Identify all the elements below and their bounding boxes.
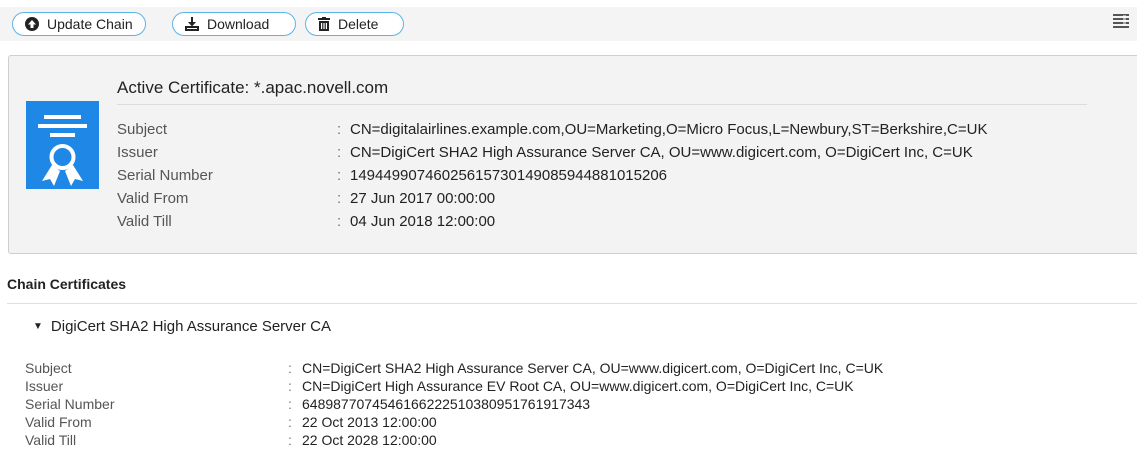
serial-number-label: Serial Number bbox=[117, 167, 213, 184]
chain-issuer-label: Issuer bbox=[25, 378, 64, 394]
caret-down-icon: ▼ bbox=[33, 321, 43, 332]
divider bbox=[7, 303, 1137, 304]
chain-item-toggle[interactable]: ▼ DigiCert SHA2 High Assurance Server CA bbox=[33, 318, 331, 335]
trash-icon bbox=[318, 17, 330, 31]
delete-button[interactable]: Delete bbox=[305, 12, 404, 36]
chain-subject-value: CN=DigiCert SHA2 High Assurance Server C… bbox=[302, 360, 884, 376]
download-icon bbox=[185, 17, 199, 31]
download-button[interactable]: Download bbox=[172, 12, 296, 36]
menu-icon[interactable] bbox=[1113, 14, 1129, 33]
chain-certificates-heading: Chain Certificates bbox=[7, 276, 127, 292]
valid-till-value: 04 Jun 2018 12:00:00 bbox=[350, 213, 496, 230]
download-label: Download bbox=[207, 16, 270, 32]
update-chain-button[interactable]: Update Chain bbox=[12, 12, 146, 36]
active-certificate-title: Active Certificate: *.apac.novell.com bbox=[117, 78, 389, 97]
chain-serial-number-value: 6489877074546166222510380951761917343 bbox=[302, 396, 591, 412]
valid-from-value: 27 Jun 2017 00:00:00 bbox=[350, 190, 496, 207]
chain-valid-till-label: Valid Till bbox=[25, 432, 77, 448]
chain-serial-number-label: Serial Number bbox=[25, 396, 115, 412]
subject-label: Subject bbox=[117, 121, 168, 138]
update-chain-label: Update Chain bbox=[47, 16, 133, 32]
up-circle-icon bbox=[25, 17, 39, 31]
valid-till-label: Valid Till bbox=[117, 213, 172, 230]
chain-valid-till-value: 22 Oct 2028 12:00:00 bbox=[302, 432, 437, 448]
issuer-label: Issuer bbox=[117, 144, 158, 161]
issuer-value: CN=DigiCert SHA2 High Assurance Server C… bbox=[350, 144, 973, 161]
serial-number-value: 14944990746025615730149085944881015206 bbox=[350, 167, 668, 184]
chain-item-name: DigiCert SHA2 High Assurance Server CA bbox=[50, 318, 332, 335]
toolbar: Update Chain Download Delete bbox=[0, 7, 1137, 41]
delete-label: Delete bbox=[338, 16, 379, 32]
active-certificate-card: Active Certificate: *.apac.novell.com Su… bbox=[8, 55, 1137, 254]
certificate-icon bbox=[26, 101, 99, 189]
chain-valid-from-label: Valid From bbox=[25, 414, 92, 430]
divider bbox=[117, 104, 1087, 105]
chain-valid-from-value: 22 Oct 2013 12:00:00 bbox=[302, 414, 437, 430]
subject-value: CN=digitalairlines.example.com,OU=Market… bbox=[350, 121, 988, 138]
chain-subject-label: Subject bbox=[25, 360, 72, 376]
chain-issuer-value: CN=DigiCert High Assurance EV Root CA, O… bbox=[302, 378, 854, 394]
valid-from-label: Valid From bbox=[117, 190, 189, 207]
